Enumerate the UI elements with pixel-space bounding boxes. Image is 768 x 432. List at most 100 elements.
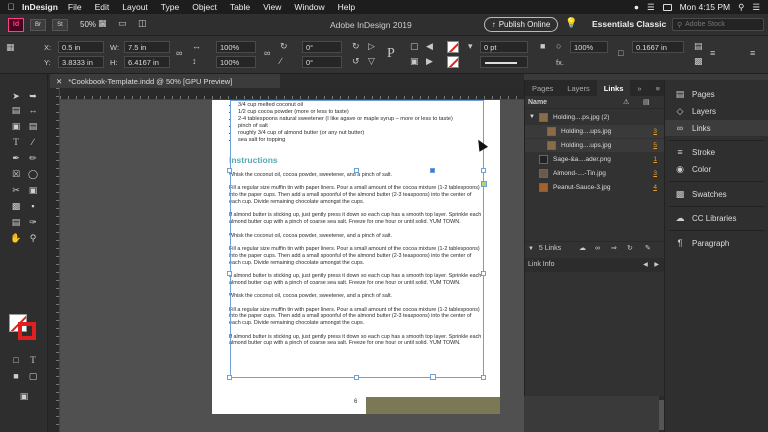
frame-handle-top-right[interactable]	[481, 168, 486, 173]
menu-object[interactable]: Object	[192, 2, 217, 12]
tab-layers[interactable]: Layers	[560, 80, 597, 96]
direct-selection-tool-icon[interactable]: ➥	[26, 90, 40, 102]
drop-shadow-icon[interactable]: ■	[540, 41, 545, 51]
selection-tool-icon[interactable]: ➤	[9, 90, 23, 102]
flip-vertical-icon[interactable]: ▽	[368, 56, 375, 67]
select-previous-icon[interactable]: ◀	[426, 41, 433, 52]
free-transform-tool-icon[interactable]: ▣	[26, 184, 40, 196]
link-info-section[interactable]: Link Info ◀ ▶	[525, 258, 665, 272]
dock-item-swatches[interactable]: ▩ Swatches	[665, 186, 768, 202]
document-tab[interactable]: ✕ *Cookbook-Template.indd @ 50% [GPU Pre…	[50, 74, 280, 88]
creative-cloud-icon[interactable]: ●	[634, 2, 639, 12]
menu-app-name[interactable]: InDesign	[22, 2, 58, 12]
go-to-link-icon[interactable]: ⇒	[611, 242, 617, 256]
stroke-type-select[interactable]	[480, 56, 528, 68]
type-tool-icon[interactable]: T	[9, 136, 23, 148]
menu-help[interactable]: Help	[338, 2, 355, 12]
frame-handle-top-left[interactable]	[227, 168, 232, 173]
menu-window[interactable]: Window	[294, 2, 324, 12]
scissors-tool-icon[interactable]: ✂	[9, 184, 23, 196]
menu-view[interactable]: View	[263, 2, 281, 12]
columns-icon[interactable]: ▩	[694, 56, 703, 67]
link-page[interactable]: 1	[653, 153, 657, 166]
link-page[interactable]: 3	[653, 125, 657, 138]
stroke-weight-field[interactable]: 0 pt	[480, 41, 528, 53]
height-field[interactable]: 6.4167 in	[124, 56, 170, 68]
link-row[interactable]: Almond-....-Tin.jpg 3	[525, 167, 665, 180]
gap-tool-icon[interactable]: ↔	[26, 104, 40, 116]
scale-y-field[interactable]: 100%	[216, 56, 256, 68]
fill-stroke-proxy[interactable]	[9, 314, 39, 340]
constrain-proportions-icon[interactable]: ∞	[176, 48, 182, 58]
text-frame-options-icon[interactable]: ▤	[694, 41, 703, 52]
stock-button[interactable]: St	[52, 18, 68, 31]
width-field[interactable]: 7.5 in	[124, 41, 170, 53]
dock-item-cc-libraries[interactable]: ☁ CC Libraries	[665, 210, 768, 226]
overset-port[interactable]	[430, 374, 436, 380]
link-row[interactable]: Peanut-Sauce-3.jpg 4	[525, 181, 665, 194]
link-row[interactable]: ▼ Holding....ps.jpg (2)	[525, 111, 665, 124]
collapse-panel-icon[interactable]: »	[630, 80, 648, 96]
vertical-ruler[interactable]	[48, 88, 60, 432]
zoom-tool-icon[interactable]: ⚲	[26, 232, 40, 244]
relink-icon[interactable]: ∞	[595, 242, 600, 256]
auto-fit-icon[interactable]: □	[618, 48, 623, 58]
notification-center-icon[interactable]: ☰	[752, 2, 760, 13]
horizontal-ruler[interactable]	[60, 88, 524, 100]
paragraph-flip-icon[interactable]: P	[387, 46, 395, 62]
screen-mode-normal-icon[interactable]: ▣	[17, 390, 31, 402]
link-page[interactable]: 4	[653, 181, 657, 194]
wifi-icon[interactable]: ☰	[647, 2, 655, 13]
hand-tool-icon[interactable]: ✋	[9, 232, 23, 244]
frame-handle-top-selected[interactable]	[430, 168, 435, 173]
publish-online-button[interactable]: ↑ Publish Online	[484, 17, 558, 32]
menu-edit[interactable]: Edit	[95, 2, 110, 12]
rotate-90-cw-icon[interactable]: ↻	[352, 41, 360, 52]
panel-menu-icon[interactable]: ≡	[750, 48, 755, 58]
edit-original-icon[interactable]: ✎	[645, 242, 651, 256]
menu-table[interactable]: Table	[230, 2, 250, 12]
chevron-down-icon[interactable]: ▼	[529, 111, 535, 124]
ellipse-tool-icon[interactable]: ◯	[26, 168, 40, 180]
chevron-down-icon[interactable]: ▾	[468, 41, 473, 52]
flip-horizontal-icon[interactable]: ▷	[368, 41, 375, 52]
link-row[interactable]: Sage-&a....ader.png 1	[525, 153, 665, 166]
y-position-field[interactable]: 3.8333 in	[58, 56, 104, 68]
formatting-text-icon[interactable]: T	[26, 354, 40, 366]
cc-libraries-icon[interactable]: ☁	[579, 242, 586, 256]
workspace-switcher[interactable]: Essentials Classic	[592, 19, 666, 29]
apply-none-icon[interactable]: ▢	[26, 370, 40, 382]
line-tool-icon[interactable]: ∕	[26, 136, 40, 148]
screen-mode-icon[interactable]: ▭	[118, 18, 127, 29]
vertical-justification-icon[interactable]: ≡	[710, 48, 715, 58]
select-next-icon[interactable]: ▶	[426, 56, 433, 67]
selected-text-frame[interactable]	[230, 100, 484, 378]
formatting-container-icon[interactable]: □	[9, 354, 23, 366]
clock[interactable]: Mon 4:15 PM	[680, 2, 731, 12]
frame-handle-left[interactable]	[227, 271, 232, 276]
apply-color-icon[interactable]: ■	[9, 370, 23, 382]
dock-item-color[interactable]: ◉ Color	[665, 161, 768, 177]
dock-item-paragraph[interactable]: ¶ Paragraph	[665, 235, 768, 251]
effects-label[interactable]: fx.	[556, 58, 564, 67]
shear-field[interactable]: 0°	[302, 56, 342, 68]
chevron-down-icon[interactable]: ▼	[528, 246, 534, 252]
menu-file[interactable]: File	[68, 2, 82, 12]
update-link-icon[interactable]: ↻	[627, 242, 633, 256]
spotlight-icon[interactable]: ⚲	[738, 2, 744, 13]
opacity-field[interactable]: 100%	[570, 41, 608, 53]
dock-item-layers[interactable]: ◇ Layers	[665, 103, 768, 119]
link-page[interactable]: 3	[653, 167, 657, 180]
opacity-icon[interactable]: ○	[556, 41, 561, 51]
eyedropper-tool-icon[interactable]: ✑	[26, 216, 40, 228]
frame-handle-bottom-left[interactable]	[227, 375, 232, 380]
stroke-swatch-none[interactable]	[447, 56, 459, 68]
frame-handle-top[interactable]	[354, 168, 359, 173]
bridge-button[interactable]: Br	[30, 18, 46, 31]
x-position-field[interactable]: 0.5 in	[58, 41, 104, 53]
view-options-icon[interactable]: ▦	[98, 18, 107, 29]
link-info-nav[interactable]: ◀ ▶	[643, 258, 659, 272]
pen-tool-icon[interactable]: ✒	[9, 152, 23, 164]
content-collector-icon[interactable]: ▣	[9, 120, 23, 132]
links-column-header[interactable]: Name ⚠ ▤	[525, 97, 665, 109]
